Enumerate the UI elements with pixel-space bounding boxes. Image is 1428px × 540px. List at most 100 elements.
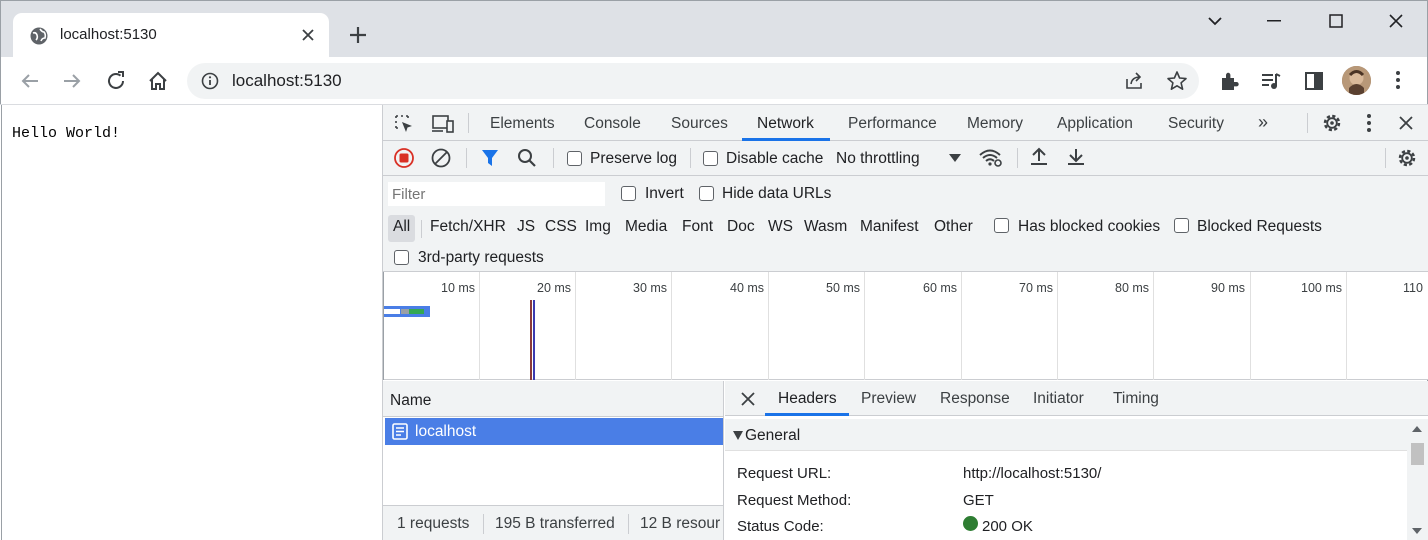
forward-icon[interactable] bbox=[62, 71, 82, 91]
close-devtools-icon[interactable] bbox=[1399, 116, 1413, 130]
close-details-icon[interactable] bbox=[741, 392, 755, 406]
media-icon[interactable] bbox=[1260, 71, 1282, 91]
export-har-icon[interactable] bbox=[1067, 147, 1085, 167]
back-icon[interactable] bbox=[20, 71, 40, 91]
tab-close-icon[interactable] bbox=[301, 28, 315, 42]
browser-toolbar: localhost:5130 bbox=[0, 57, 1428, 105]
more-tabs-icon[interactable]: » bbox=[1258, 112, 1268, 133]
side-panel-icon[interactable] bbox=[1304, 71, 1324, 91]
type-css[interactable]: CSS bbox=[545, 218, 577, 236]
request-method-value: GET bbox=[963, 492, 994, 509]
type-other[interactable]: Other bbox=[934, 218, 973, 236]
throttling-select[interactable]: No throttling bbox=[836, 150, 920, 168]
tab-elements[interactable]: Elements bbox=[490, 115, 555, 133]
gridline bbox=[1250, 272, 1251, 380]
url-text[interactable]: localhost:5130 bbox=[232, 71, 342, 91]
record-stop-icon[interactable] bbox=[394, 148, 414, 168]
request-url-value: http://localhost:5130/ bbox=[963, 465, 1102, 482]
device-toolbar-icon[interactable] bbox=[431, 114, 455, 134]
tick-label: 20 ms bbox=[537, 281, 572, 295]
filter-funnel-icon[interactable] bbox=[481, 149, 499, 167]
status-dot-icon bbox=[963, 516, 978, 531]
separator bbox=[1385, 148, 1386, 168]
tab-security[interactable]: Security bbox=[1168, 115, 1224, 133]
blocked-requests-checkbox[interactable] bbox=[1174, 218, 1189, 233]
browser-tab[interactable]: localhost:5130 bbox=[13, 13, 329, 58]
type-media[interactable]: Media bbox=[625, 218, 667, 236]
request-list-header: Name bbox=[383, 381, 723, 417]
search-icon[interactable] bbox=[517, 148, 537, 168]
type-manifest[interactable]: Manifest bbox=[860, 218, 919, 236]
type-ws[interactable]: WS bbox=[768, 218, 793, 236]
inspect-element-icon[interactable] bbox=[394, 114, 414, 134]
gridline bbox=[575, 272, 576, 380]
profile-avatar[interactable] bbox=[1342, 66, 1371, 95]
type-wasm[interactable]: Wasm bbox=[804, 218, 847, 236]
tab-search-chevron-icon[interactable] bbox=[1207, 15, 1223, 27]
tab-initiator[interactable]: Initiator bbox=[1033, 390, 1084, 408]
third-party-checkbox[interactable] bbox=[394, 250, 409, 265]
load-event-line bbox=[530, 300, 532, 380]
tab-performance[interactable]: Performance bbox=[848, 115, 937, 133]
close-window-icon[interactable] bbox=[1389, 14, 1403, 28]
tab-response[interactable]: Response bbox=[940, 390, 1010, 408]
scroll-down-arrow-icon[interactable] bbox=[1412, 528, 1422, 534]
network-overview: 10 ms 20 ms 30 ms 40 ms 50 ms 60 ms 70 m… bbox=[383, 272, 1428, 380]
share-icon[interactable] bbox=[1124, 71, 1144, 91]
preserve-log-checkbox[interactable] bbox=[567, 151, 582, 166]
hide-data-urls-checkbox[interactable] bbox=[699, 186, 714, 201]
scroll-up-arrow-icon[interactable] bbox=[1412, 426, 1422, 432]
type-img[interactable]: Img bbox=[585, 218, 611, 236]
type-doc[interactable]: Doc bbox=[727, 218, 755, 236]
tab-title: localhost:5130 bbox=[60, 26, 157, 43]
minimize-icon[interactable] bbox=[1267, 20, 1281, 22]
tab-network[interactable]: Network bbox=[757, 115, 814, 133]
new-tab-icon[interactable] bbox=[349, 26, 367, 44]
devtools-kebab-icon[interactable] bbox=[1367, 114, 1371, 132]
column-name[interactable]: Name bbox=[390, 392, 431, 410]
network-conditions-icon[interactable] bbox=[979, 148, 1003, 168]
separator bbox=[690, 148, 691, 168]
separator bbox=[553, 148, 554, 168]
disable-cache-checkbox[interactable] bbox=[703, 151, 718, 166]
separator bbox=[1307, 113, 1308, 133]
home-icon[interactable] bbox=[147, 70, 169, 92]
tab-headers[interactable]: Headers bbox=[778, 390, 837, 408]
tab-console[interactable]: Console bbox=[584, 115, 641, 133]
tick-label: 100 ms bbox=[1301, 281, 1342, 295]
general-section-header[interactable]: General bbox=[725, 419, 1407, 451]
address-bar[interactable]: localhost:5130 bbox=[187, 63, 1199, 99]
tab-memory[interactable]: Memory bbox=[967, 115, 1023, 133]
triangle-down-icon bbox=[733, 431, 743, 440]
clear-icon[interactable] bbox=[431, 148, 451, 168]
status-code-key: Status Code: bbox=[737, 518, 824, 535]
reload-icon[interactable] bbox=[105, 70, 127, 92]
hide-data-urls-label: Hide data URLs bbox=[722, 185, 832, 202]
filter-input[interactable] bbox=[388, 182, 605, 206]
has-blocked-cookies-checkbox[interactable] bbox=[994, 218, 1009, 233]
table-row[interactable]: localhost bbox=[385, 418, 723, 445]
type-js[interactable]: JS bbox=[517, 218, 535, 236]
bookmark-star-icon[interactable] bbox=[1166, 70, 1188, 92]
details-scrollbar[interactable] bbox=[1407, 419, 1428, 540]
import-har-icon[interactable] bbox=[1030, 147, 1048, 167]
resources-size: 12 B resour bbox=[640, 515, 721, 532]
network-settings-gear-icon[interactable] bbox=[1396, 147, 1418, 169]
tab-application[interactable]: Application bbox=[1057, 115, 1133, 133]
type-all[interactable]: All bbox=[393, 218, 410, 236]
gridline bbox=[864, 272, 865, 380]
dropdown-arrow-icon[interactable] bbox=[949, 154, 961, 162]
tick-label: 10 ms bbox=[441, 281, 476, 295]
type-fetch-xhr[interactable]: Fetch/XHR bbox=[430, 218, 506, 236]
extensions-icon[interactable] bbox=[1219, 70, 1241, 92]
site-info-icon[interactable] bbox=[201, 72, 219, 90]
scrollbar-thumb[interactable] bbox=[1411, 443, 1424, 465]
tab-preview[interactable]: Preview bbox=[861, 390, 916, 408]
tab-timing[interactable]: Timing bbox=[1113, 390, 1159, 408]
tab-sources[interactable]: Sources bbox=[671, 115, 728, 133]
type-font[interactable]: Font bbox=[682, 218, 713, 236]
maximize-icon[interactable] bbox=[1329, 14, 1343, 28]
settings-gear-icon[interactable] bbox=[1321, 112, 1343, 134]
kebab-menu-icon[interactable] bbox=[1396, 71, 1400, 89]
invert-checkbox[interactable] bbox=[621, 186, 636, 201]
